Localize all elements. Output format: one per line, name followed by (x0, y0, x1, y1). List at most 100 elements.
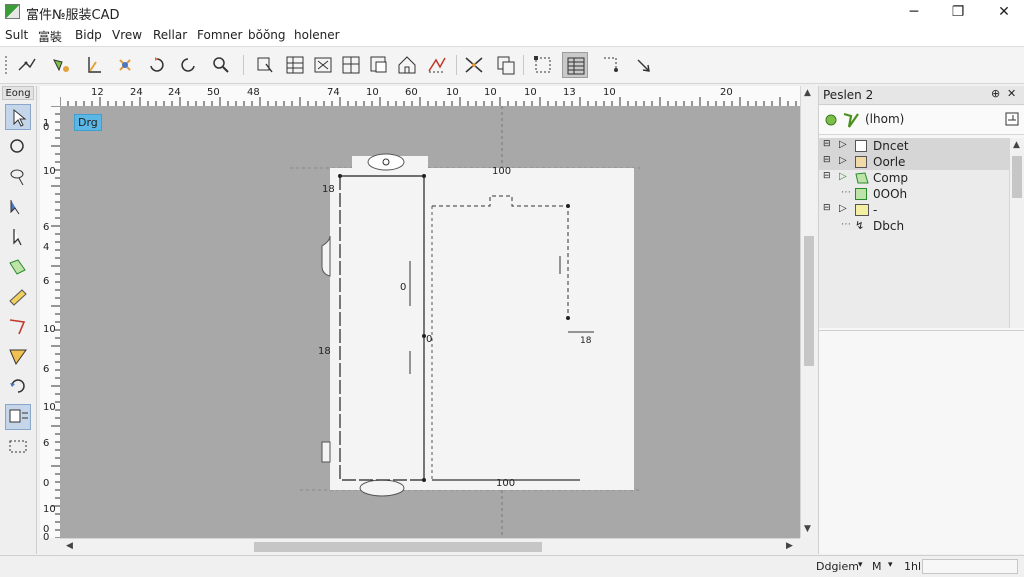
ruler-label: 24 (168, 87, 181, 98)
status-item: M (872, 560, 882, 573)
tree-scroll-thumb[interactable] (1012, 156, 1022, 198)
piece-icon[interactable] (841, 110, 861, 130)
measure-icon[interactable] (81, 52, 107, 78)
expand-box-icon[interactable]: ⊟ (823, 155, 831, 165)
seam-icon[interactable] (424, 52, 450, 78)
menu-item-sult[interactable]: Sult (5, 28, 28, 42)
expand-box-icon[interactable]: ⊟ (823, 171, 831, 181)
rotate-tool-icon[interactable] (5, 374, 31, 400)
arrow-tool-icon[interactable] (630, 52, 656, 78)
menu-item-vrew[interactable]: Vrew (112, 28, 142, 42)
menu-item-rellar[interactable]: Rellar (153, 28, 187, 42)
drawing-canvas[interactable]: Drg 100 18 0 18 0 18 100 (60, 106, 800, 538)
layout-icon[interactable] (562, 52, 588, 78)
ruler-label: 6 (43, 222, 50, 233)
dimension-label: 18 (580, 336, 592, 346)
expand-box-icon[interactable]: ⊟ (823, 139, 831, 149)
rotate-icon[interactable] (144, 52, 170, 78)
tree-item[interactable]: ⋯ 0OOh (819, 186, 1009, 202)
menu-item-fomner[interactable]: Fomner (197, 28, 242, 42)
ruler-label: 10 (446, 87, 459, 98)
vertical-scrollbar[interactable]: ▲ ▼ (800, 86, 817, 538)
scroll-left-icon[interactable]: ◀ (66, 541, 73, 551)
point-arrow-icon[interactable] (5, 194, 31, 220)
grid-piece-icon[interactable] (282, 52, 308, 78)
status-field (922, 559, 1018, 574)
circle-icon[interactable] (5, 134, 31, 160)
tree-item-label: - (873, 203, 878, 217)
node-edit-icon[interactable] (48, 52, 74, 78)
symmetry-icon[interactable] (310, 52, 336, 78)
tree-item-label: Oorle (873, 155, 906, 169)
ruler-label: 10 (43, 166, 56, 177)
scroll-down-icon[interactable]: ▼ (804, 524, 811, 534)
tree-scrollbar[interactable]: ▲ (1009, 138, 1024, 328)
panel-close-button[interactable]: ✕ (1007, 87, 1016, 100)
panel-icon[interactable] (338, 52, 364, 78)
ruler-label: 6 (43, 438, 50, 449)
tree-item[interactable]: ⊟ ▷ Dncet (819, 138, 1009, 154)
cross-line-icon[interactable] (461, 52, 487, 78)
piece-shape-icon: ▷ (839, 171, 847, 182)
toolbar-separator (243, 55, 244, 75)
tree-item[interactable]: ⊟ ▷ - (819, 202, 1009, 218)
layer-icon[interactable] (823, 112, 839, 128)
corner-icon[interactable] (598, 52, 624, 78)
dimension-label: 0 (400, 282, 407, 293)
select-box-icon[interactable] (530, 52, 556, 78)
tree-item-label: Comp (873, 171, 909, 185)
tree-item[interactable]: ⋯ ↯ Dbch (819, 218, 1009, 234)
ruler-label: 10 (366, 87, 379, 98)
fill-icon[interactable] (5, 254, 31, 280)
menu-item-2[interactable]: 富裝 (38, 28, 62, 45)
star-point-icon[interactable] (112, 52, 138, 78)
copy-piece-icon[interactable] (493, 52, 519, 78)
pen-tool-icon[interactable] (14, 52, 40, 78)
dropdown-icon[interactable]: ▾ (888, 560, 893, 570)
pin-icon[interactable]: ⊕ (991, 87, 1000, 100)
scroll-up-icon[interactable]: ▲ (804, 88, 811, 98)
tree-item[interactable]: ⊟ ▷ Comp (819, 170, 1009, 186)
select-arrow-icon[interactable] (5, 104, 31, 130)
status-item: 1hl (904, 560, 922, 573)
scroll-right-icon[interactable]: ▶ (786, 541, 793, 551)
bezier-icon[interactable] (5, 314, 31, 340)
frame-icon[interactable] (5, 434, 31, 460)
view-mode-label: (lhom) (865, 112, 905, 126)
menu-item-holener[interactable]: holener (294, 28, 340, 42)
dart-icon[interactable] (366, 52, 392, 78)
ruler-icon[interactable] (5, 284, 31, 310)
menu-item-bidp[interactable]: Bidp (75, 28, 102, 42)
zoom-icon[interactable] (208, 52, 234, 78)
ruler-label: 4 (43, 242, 50, 253)
horizontal-scroll-thumb[interactable] (254, 542, 542, 552)
snap-icon[interactable] (5, 404, 31, 430)
pattern-sheet (330, 168, 634, 490)
maximize-button[interactable]: ❐ (944, 2, 972, 22)
color-swatch-icon (855, 156, 867, 168)
horizontal-scrollbar[interactable]: ◀ ▶ (60, 538, 800, 555)
piece-shape-icon: ▷ (839, 203, 847, 214)
yellow-swatch-icon (855, 204, 869, 216)
menu-bar: Sult 富裝 Bidp Vrew Rellar Fomner bŏŏng ho… (0, 24, 1024, 47)
scroll-up-icon[interactable]: ▲ (1013, 140, 1020, 150)
dropdown-icon[interactable]: ▾ (858, 560, 863, 570)
toolbar-grip[interactable] (5, 56, 10, 74)
close-button[interactable]: ✕ (990, 2, 1018, 22)
ruler-label: 10 (524, 87, 537, 98)
menu-item-boong[interactable]: bŏŏng (248, 28, 286, 42)
vertical-scroll-thumb[interactable] (804, 236, 814, 366)
expand-icon[interactable] (1005, 112, 1019, 126)
tree-item[interactable]: ⊟ ▷ Oorle (819, 154, 1009, 170)
ruler-label: 50 (207, 87, 220, 98)
minimize-button[interactable]: ─ (900, 2, 928, 22)
lasso-icon[interactable] (5, 164, 31, 190)
select-piece-icon[interactable] (252, 52, 278, 78)
expand-box-icon[interactable]: ⊟ (823, 203, 831, 213)
triangle-icon[interactable] (5, 344, 31, 370)
ruler-label: 6 (43, 364, 50, 375)
rotate-back-icon[interactable] (175, 52, 201, 78)
move-arrow-icon[interactable] (5, 224, 31, 250)
house-icon[interactable] (394, 52, 420, 78)
ruler-corner (40, 86, 60, 106)
